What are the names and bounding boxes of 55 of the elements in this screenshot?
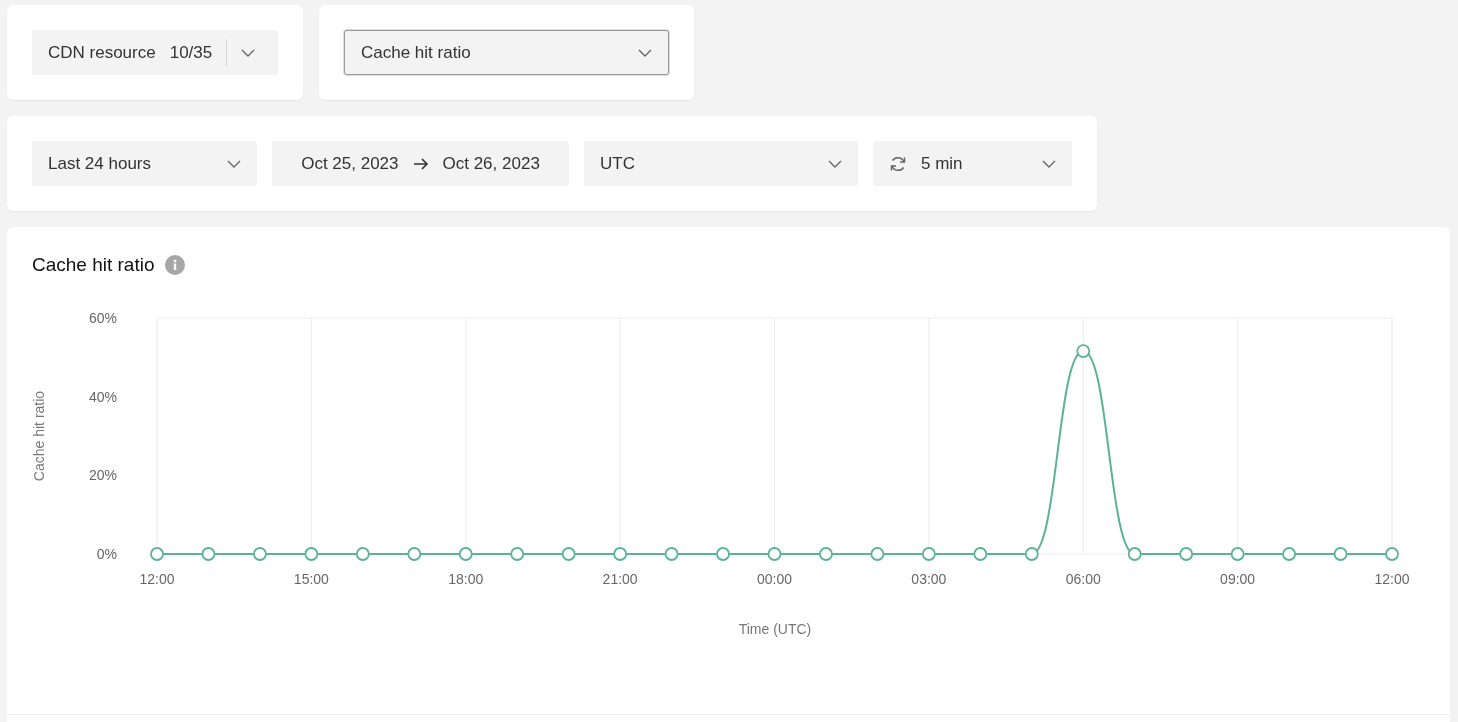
data-point: [355, 547, 370, 561]
data-point: [1127, 547, 1142, 561]
data-point: [664, 547, 679, 561]
data-point: [304, 547, 319, 561]
refresh-icon: [889, 154, 907, 173]
data-point: [150, 547, 164, 561]
refresh-interval-dropdown[interactable]: 5 min: [873, 141, 1072, 186]
axis-tick-label: 09:00: [1220, 571, 1256, 587]
caret-icon: [828, 159, 842, 168]
caret-icon: [241, 48, 256, 57]
caret-icon: [227, 159, 241, 168]
cdn-resource-dropdown[interactable]: CDN resource 10/35: [32, 30, 278, 75]
axis-tick-label: 03:00: [911, 571, 947, 587]
data-point: [973, 547, 988, 561]
data-point: [1282, 547, 1296, 561]
data-point: [922, 547, 936, 561]
timezone-dropdown[interactable]: UTC: [584, 141, 858, 186]
axis-tick-label: 15:00: [293, 571, 329, 587]
data-point: [716, 547, 730, 561]
data-point: [407, 547, 422, 561]
data-point: [1179, 547, 1194, 561]
axis-tick-label: 18:00: [448, 571, 484, 587]
period-dropdown[interactable]: Last 24 hours: [32, 141, 257, 186]
data-point: [1076, 344, 1091, 358]
caret-icon: [1042, 159, 1056, 168]
axis-tick-label: 21:00: [602, 571, 638, 587]
data-point: [767, 547, 782, 561]
data-point: [561, 547, 576, 561]
info-icon[interactable]: [164, 255, 185, 275]
axis-tick-label: 60%: [88, 310, 117, 326]
axis-title: Time (UTC): [738, 621, 812, 637]
data-point: [870, 547, 885, 561]
data-point: [253, 547, 267, 561]
caret-icon: [638, 48, 652, 57]
data-point: [458, 547, 473, 561]
data-point: [613, 547, 628, 561]
data-point: [1230, 547, 1245, 561]
arrow-right-icon: [412, 157, 429, 170]
chart-title: Cache hit ratio: [32, 254, 155, 276]
axis-tick-label: 40%: [88, 388, 117, 405]
axis-tick-label: 20%: [88, 467, 117, 484]
data-point: [1333, 547, 1348, 561]
data-point: [1385, 547, 1399, 561]
axis-tick-label: 00:00: [757, 571, 792, 587]
data-point: [201, 547, 216, 561]
data-point: [510, 547, 525, 561]
axis-tick-label: 12:00: [139, 571, 175, 587]
metric-dropdown[interactable]: Cache hit ratio: [344, 30, 669, 75]
axis-tick-label: 06:00: [1065, 571, 1101, 587]
data-point: [819, 547, 833, 561]
date-range-picker[interactable]: Oct 25, 2023 Oct 26, 2023: [272, 141, 569, 186]
axis-tick-label: 0%: [96, 546, 117, 562]
data-point: [1024, 547, 1039, 561]
axis-tick-label: 12:00: [1374, 571, 1410, 587]
axis-title: Cache hit ratio: [31, 390, 47, 482]
